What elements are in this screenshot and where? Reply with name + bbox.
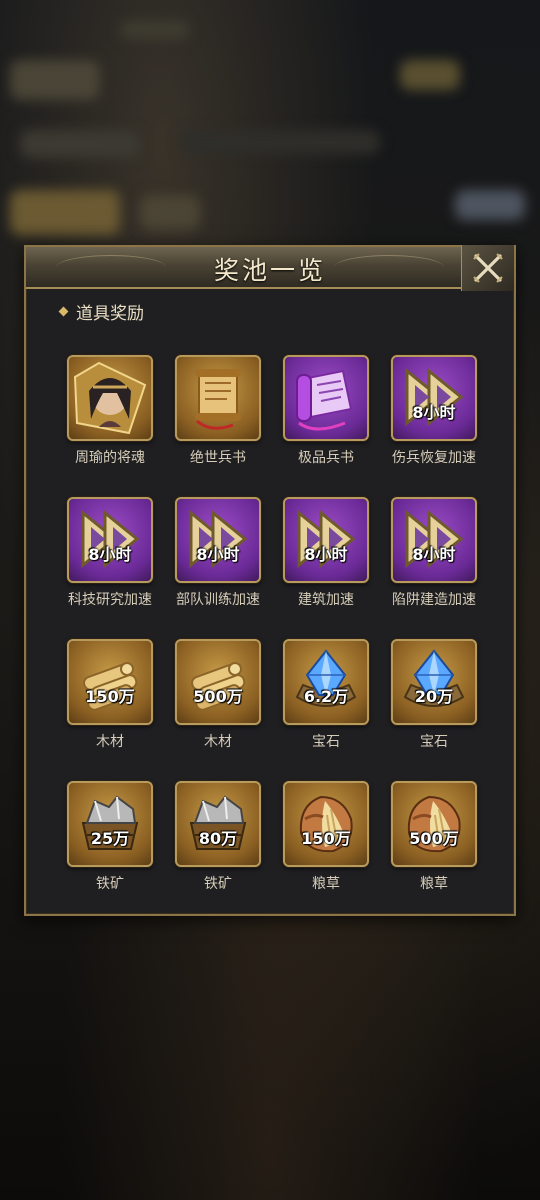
reward-item-name: 科技研究加速	[68, 592, 152, 608]
reward-item-quantity: 80万	[198, 829, 238, 848]
reward-item[interactable]: 8小时陷阱建造加速	[380, 497, 488, 617]
reward-item-tile[interactable]: 8小时	[175, 497, 261, 583]
reward-item[interactable]: 80万铁矿	[164, 781, 272, 901]
reward-item-tile[interactable]	[175, 355, 261, 441]
reward-item-tile[interactable]: 8小时	[391, 497, 477, 583]
reward-item-tile[interactable]: 150万	[67, 639, 153, 725]
reward-item[interactable]: 6.2万宝石	[272, 639, 380, 759]
reward-item-name: 粮草	[312, 876, 340, 892]
reward-item-quantity: 8小时	[196, 545, 240, 564]
reward-item-name: 铁矿	[96, 876, 124, 892]
reward-item-name: 陷阱建造加速	[392, 592, 476, 608]
reward-item-quantity: 150万	[85, 687, 135, 706]
reward-item-name: 伤兵恢复加速	[392, 450, 476, 466]
reward-item-name: 木材	[96, 734, 124, 750]
reward-item-name: 部队训练加速	[176, 592, 260, 608]
reward-item-quantity: 8小时	[412, 403, 456, 422]
reward-item-tile[interactable]: 20万	[391, 639, 477, 725]
reward-item-quantity: 6.2万	[303, 687, 349, 706]
diamond-bullet-icon	[58, 306, 69, 317]
reward-item[interactable]: 8小时科技研究加速	[56, 497, 164, 617]
reward-item-name: 木材	[204, 734, 232, 750]
reward-item-name: 宝石	[312, 734, 340, 750]
reward-item-name: 绝世兵书	[190, 450, 246, 466]
reward-item-name: 极品兵书	[298, 450, 354, 466]
reward-item[interactable]: 8小时伤兵恢复加速	[380, 355, 488, 475]
reward-item-tile[interactable]: 500万	[391, 781, 477, 867]
reward-item-tile[interactable]: 150万	[283, 781, 369, 867]
reward-item-tile[interactable]: 6.2万	[283, 639, 369, 725]
close-button[interactable]	[461, 245, 514, 291]
reward-item-tile[interactable]	[283, 355, 369, 441]
reward-item-quantity: 150万	[301, 829, 351, 848]
dialog-title: 奖池一览	[213, 256, 326, 285]
reward-item-quantity: 500万	[409, 829, 459, 848]
reward-item[interactable]: 周瑜的将魂	[56, 355, 164, 475]
reward-item-name: 建筑加速	[298, 592, 354, 608]
reward-item-tile[interactable]	[67, 355, 153, 441]
reward-item-quantity: 20万	[414, 687, 454, 706]
reward-pool-dialog: 奖池一览 道具奖励 周瑜的将魂 绝世兵书 极品兵书 8小时 伤兵恢复加速 8小时…	[24, 245, 516, 916]
reward-item[interactable]: 极品兵书	[272, 355, 380, 475]
reward-item[interactable]: 500万木材	[164, 639, 272, 759]
reward-item[interactable]: 150万粮草	[272, 781, 380, 901]
section-heading: 道具奖励	[58, 299, 144, 324]
section-title: 道具奖励	[76, 304, 144, 324]
reward-item-quantity: 8小时	[88, 545, 132, 564]
reward-item-tile[interactable]: 80万	[175, 781, 261, 867]
dialog-title-bar: 奖池一览	[26, 245, 514, 291]
reward-item[interactable]: 150万木材	[56, 639, 164, 759]
reward-grid: 周瑜的将魂 绝世兵书 极品兵书 8小时 伤兵恢复加速 8小时 科技研究加速 8小…	[56, 355, 496, 900]
reward-item-quantity: 8小时	[304, 545, 348, 564]
reward-item-name: 粮草	[420, 876, 448, 892]
reward-item-quantity: 500万	[193, 687, 243, 706]
reward-item[interactable]: 25万铁矿	[56, 781, 164, 901]
reward-item-name: 周瑜的将魂	[75, 450, 145, 466]
close-icon	[473, 253, 503, 283]
reward-item[interactable]: 绝世兵书	[164, 355, 272, 475]
reward-item[interactable]: 20万宝石	[380, 639, 488, 759]
reward-item-quantity: 8小时	[412, 545, 456, 564]
reward-item[interactable]: 8小时部队训练加速	[164, 497, 272, 617]
reward-item[interactable]: 8小时建筑加速	[272, 497, 380, 617]
reward-item-tile[interactable]: 8小时	[283, 497, 369, 583]
reward-item-tile[interactable]: 25万	[67, 781, 153, 867]
reward-item[interactable]: 500万粮草	[380, 781, 488, 901]
reward-item-tile[interactable]: 8小时	[391, 355, 477, 441]
reward-item-tile[interactable]: 8小时	[67, 497, 153, 583]
reward-item-name: 铁矿	[204, 876, 232, 892]
reward-item-tile[interactable]: 500万	[175, 639, 261, 725]
reward-item-name: 宝石	[420, 734, 448, 750]
reward-item-quantity: 25万	[90, 829, 130, 848]
